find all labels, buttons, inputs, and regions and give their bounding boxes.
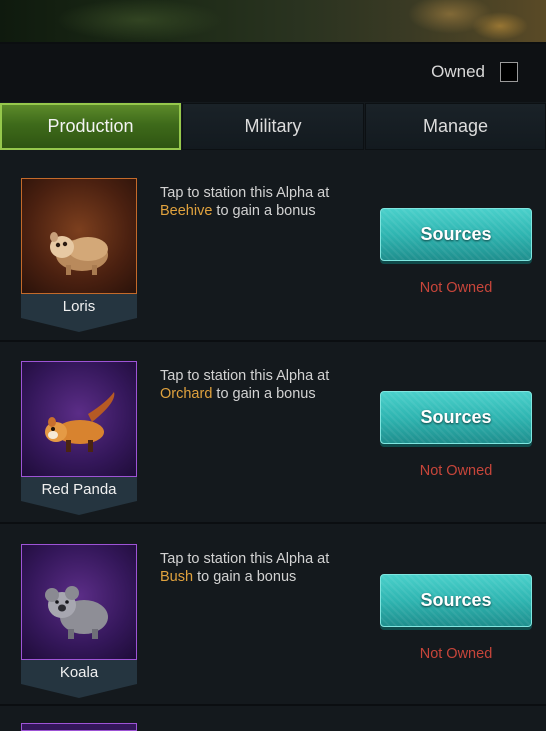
header-banner-image [0, 0, 546, 44]
station-building-name: Beehive [160, 203, 213, 219]
row-divider [0, 340, 546, 342]
ownership-status: Not Owned [419, 280, 493, 296]
alpha-portrait-loris[interactable] [21, 178, 137, 294]
alpha-portrait-koala[interactable] [21, 544, 137, 660]
description-suffix: to gain a bonus [212, 386, 316, 402]
sources-button-label: Sources [420, 224, 492, 244]
red-panda-icon [45, 392, 115, 452]
description-text: Tap to station this Alpha at [160, 368, 330, 384]
alpha-portrait-red-panda[interactable] [21, 361, 137, 477]
sources-button[interactable]: Sources [380, 391, 532, 444]
loris-icon [50, 232, 108, 275]
station-building-name: Orchard [160, 386, 213, 402]
sources-button[interactable]: Sources [380, 574, 532, 627]
row-divider [0, 522, 546, 524]
owned-filter-label: Owned [431, 62, 485, 81]
next-alpha-portrait-partial[interactable] [21, 723, 137, 731]
alpha-name: Loris [62, 298, 96, 315]
alpha-row-red-panda[interactable]: Red Panda Tap to station this Alpha at O… [0, 361, 546, 541]
alpha-row-koala[interactable]: Koala Tap to station this Alpha at Bush … [0, 544, 546, 724]
alpha-name: Koala [59, 664, 99, 681]
koala-icon [45, 586, 108, 639]
alpha-description: Tap to station this Alpha at Orchard to … [160, 367, 370, 403]
ownership-status: Not Owned [419, 646, 493, 662]
alpha-row-loris[interactable]: Loris Tap to station this Alpha at Beehi… [0, 178, 546, 358]
row-divider [0, 704, 546, 706]
description-suffix: to gain a bonus [193, 569, 297, 585]
description-suffix: to gain a bonus [212, 203, 316, 219]
sources-button-label: Sources [420, 590, 492, 610]
description-text: Tap to station this Alpha at [160, 551, 330, 567]
description-text: Tap to station this Alpha at [160, 185, 330, 201]
owned-filter-checkbox[interactable] [500, 62, 518, 82]
alpha-name: Red Panda [41, 481, 117, 498]
tab-production-label: Production [47, 116, 134, 136]
alpha-description: Tap to station this Alpha at Bush to gai… [160, 550, 370, 586]
tab-manage[interactable]: Manage [365, 103, 546, 150]
alpha-name-plate: Red Panda [21, 477, 137, 515]
tab-military[interactable]: Military [182, 103, 364, 150]
station-building-name: Bush [160, 569, 194, 585]
tab-manage-label: Manage [422, 116, 489, 136]
sources-button-label: Sources [420, 407, 492, 427]
tab-military-label: Military [244, 116, 302, 136]
alpha-description: Tap to station this Alpha at Beehive to … [160, 184, 370, 220]
tab-production[interactable]: Production [0, 103, 181, 150]
category-tabs: Production Military Manage [0, 103, 546, 150]
ownership-status: Not Owned [419, 463, 493, 479]
alpha-name-plate: Koala [21, 660, 137, 698]
alpha-name-plate: Loris [21, 294, 137, 332]
sources-button[interactable]: Sources [380, 208, 532, 261]
